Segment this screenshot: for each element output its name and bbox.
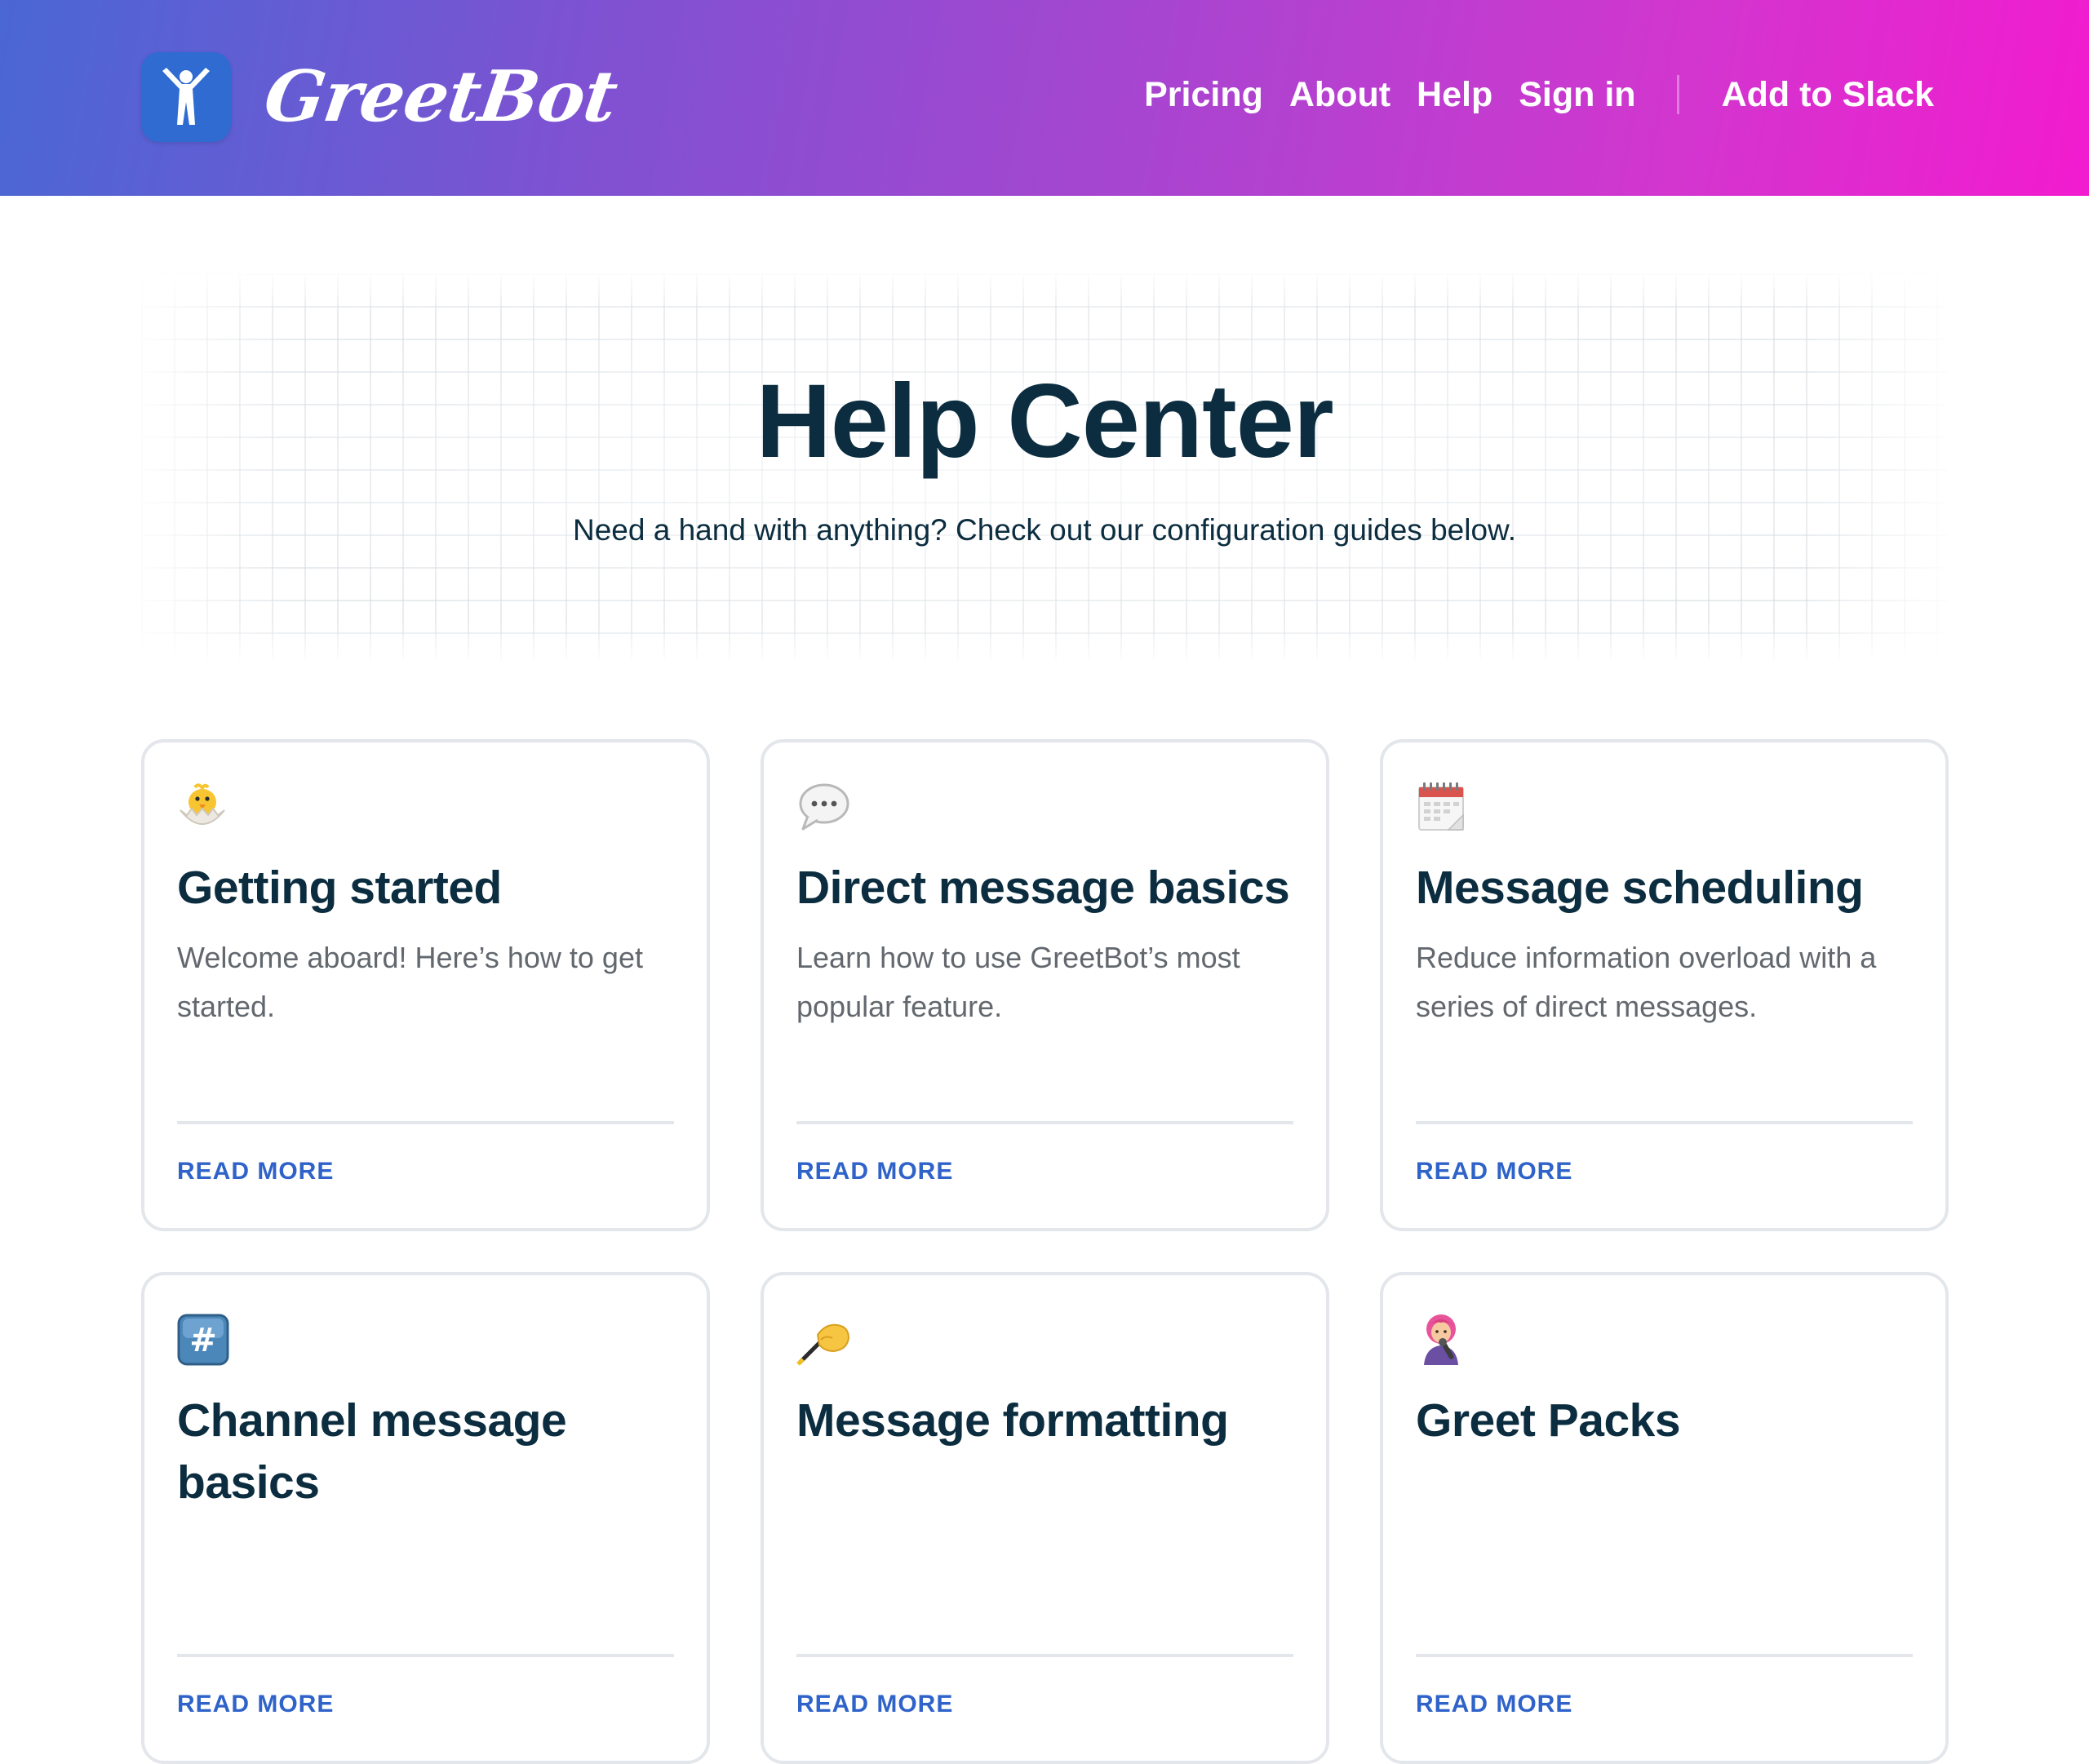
card-divider [796,1121,1293,1124]
guide-card-message-scheduling[interactable]: Message scheduling Reduce information ov… [1380,739,1949,1231]
guide-card-message-formatting[interactable]: Message formatting READ MORE [761,1272,1329,1764]
read-more-link[interactable]: READ MORE [796,1158,953,1186]
card-title: Channel message basics [177,1394,567,1509]
page-subtitle: Need a hand with anything? Check out our… [573,513,1516,547]
speech-bubble-icon [796,778,1293,835]
greetbot-logo-icon [141,52,231,142]
singer-icon [1416,1311,1913,1368]
top-navigation-bar: GreetBot Pricing About Help Sign in Add … [0,0,2089,196]
guide-card-getting-started[interactable]: Getting started Welcome aboard! Here’s h… [141,739,710,1231]
read-more-link[interactable]: READ MORE [796,1691,953,1718]
svg-text:#: # [189,1322,217,1359]
add-to-slack-button[interactable]: Add to Slack [1722,77,1934,113]
read-more-link[interactable]: READ MORE [1416,1158,1572,1186]
read-more-link[interactable]: READ MORE [177,1158,334,1186]
card-title: Direct message basics [796,862,1290,914]
main-nav: Pricing About Help Sign in Add to Slack [1144,75,1934,114]
card-title: Message scheduling [1416,862,1864,914]
card-description: Learn how to use GreetBot’s most popular… [796,941,1240,1023]
card-divider [177,1654,674,1657]
read-more-link[interactable]: READ MORE [1416,1691,1572,1718]
hero-section: Help Center Need a hand with anything? C… [141,273,1948,661]
read-more-link[interactable]: READ MORE [177,1691,334,1718]
nav-link-sign-in[interactable]: Sign in [1519,77,1635,113]
card-divider [796,1654,1293,1657]
card-description: Welcome aboard! Here’s how to get starte… [177,941,643,1023]
brand-home-link[interactable]: GreetBot [141,52,622,142]
guide-card-greet-packs[interactable]: Greet Packs READ MORE [1380,1272,1949,1764]
card-divider [1416,1121,1913,1124]
card-title: Message formatting [796,1394,1229,1447]
nav-divider [1676,75,1679,114]
nav-link-help[interactable]: Help [1417,77,1492,113]
page-title: Help Center [756,363,1333,480]
spiral-calendar-icon [1416,778,1913,835]
guide-card-direct-message-basics[interactable]: Direct message basics Learn how to use G… [761,739,1329,1231]
hash-keycap-icon: # [177,1311,674,1368]
card-divider [1416,1654,1913,1657]
nav-link-about[interactable]: About [1289,77,1390,113]
brand-wordmark: GreetBot [259,55,622,138]
card-divider [177,1121,674,1124]
card-title: Greet Packs [1416,1394,1681,1447]
hatching-chick-icon [177,778,674,835]
card-title: Getting started [177,862,502,914]
guide-card-channel-message-basics[interactable]: # Channel message basics READ MORE [141,1272,710,1764]
card-description: Reduce information overload with a serie… [1416,941,1877,1023]
nav-link-pricing[interactable]: Pricing [1144,77,1263,113]
guide-card-grid: Getting started Welcome aboard! Here’s h… [141,739,1949,1764]
writing-hand-icon [796,1311,1293,1368]
